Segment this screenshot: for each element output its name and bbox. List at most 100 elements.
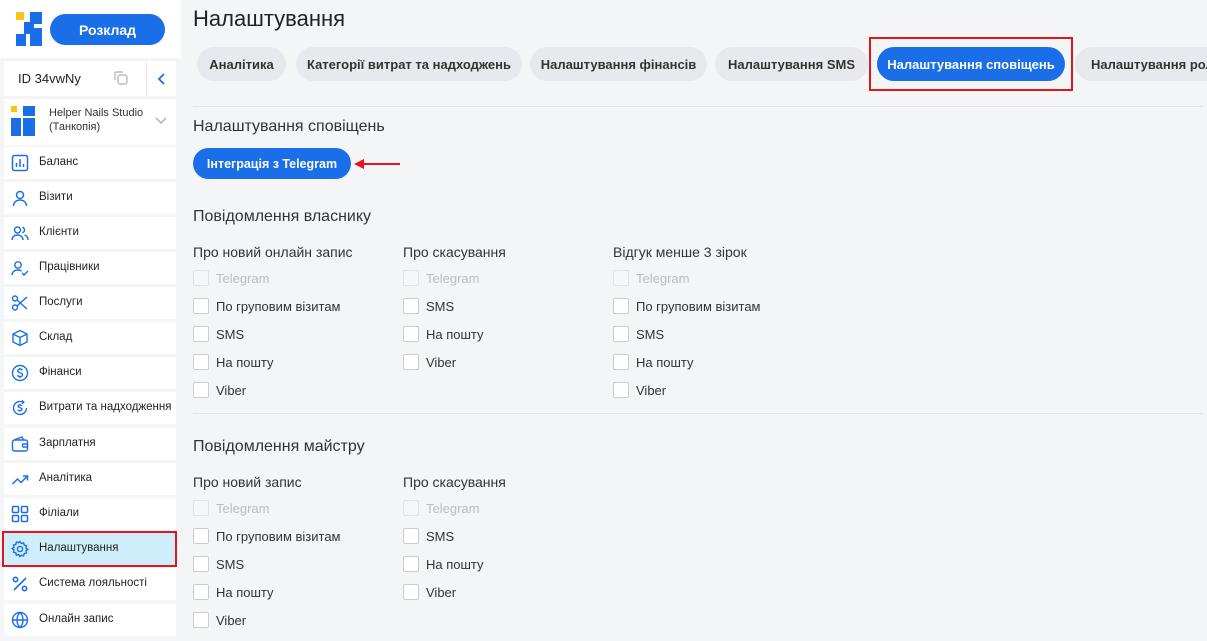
sidebar-item-label: Система лояльності <box>39 577 147 589</box>
checkbox-telegram: Telegram <box>403 498 479 518</box>
checkbox-label: Viber <box>636 382 667 398</box>
sidebar-item-label: Послуги <box>39 296 83 308</box>
checkbox[interactable] <box>613 326 629 342</box>
checkbox[interactable] <box>403 584 419 600</box>
checkbox[interactable] <box>403 528 419 544</box>
scissors-icon <box>11 295 28 311</box>
sidebar-item-loyalty[interactable]: Система лояльності <box>4 568 176 600</box>
trend-up-icon <box>11 475 29 485</box>
checkbox-label: На пошту <box>426 326 484 342</box>
tab-role-settings[interactable]: Налаштування рол <box>1075 47 1207 81</box>
checkbox-label: По груповим візитам <box>216 528 341 544</box>
dollar-icon <box>11 364 29 382</box>
checkbox-sms[interactable]: SMS <box>403 296 454 316</box>
checkbox-label: Telegram <box>426 500 480 516</box>
logo <box>16 12 42 46</box>
checkbox-label: По груповим візитам <box>216 298 341 314</box>
sidebar-item-balance[interactable]: Баланс <box>4 147 176 179</box>
checkbox[interactable] <box>193 326 209 342</box>
sidebar-item-finance[interactable]: Фінанси <box>4 357 176 389</box>
checkbox[interactable] <box>613 354 629 370</box>
checkbox-email[interactable]: На пошту <box>403 554 484 574</box>
sidebar-item-branches[interactable]: Філіали <box>4 498 176 530</box>
checkbox[interactable] <box>193 354 209 370</box>
checkbox-email[interactable]: На пошту <box>193 352 274 372</box>
checkbox[interactable] <box>193 382 209 398</box>
checkbox[interactable] <box>403 326 419 342</box>
chevron-down-icon <box>155 117 167 125</box>
checkbox-sms[interactable]: SMS <box>613 324 664 344</box>
checkbox[interactable] <box>403 354 419 370</box>
checkbox[interactable] <box>403 556 419 572</box>
checkbox <box>613 270 629 286</box>
checkbox <box>403 500 419 516</box>
tab-finance-settings[interactable]: Налаштування фінансів <box>530 47 707 81</box>
checkbox[interactable] <box>193 584 209 600</box>
checkbox[interactable] <box>403 298 419 314</box>
checkbox-group-visits[interactable]: По груповим візитам <box>193 526 341 546</box>
telegram-integration-button[interactable]: Інтеграція з Telegram <box>193 148 351 179</box>
checkbox[interactable] <box>613 382 629 398</box>
checkbox-label: Telegram <box>216 500 270 516</box>
sidebar-item-employees[interactable]: Працівники <box>4 252 176 284</box>
checkbox-telegram: Telegram <box>193 268 269 288</box>
column-title: Про скасування <box>403 244 506 260</box>
percent-icon <box>12 576 28 592</box>
checkbox-sms[interactable]: SMS <box>193 554 244 574</box>
checkbox[interactable] <box>193 528 209 544</box>
sidebar-item-warehouse[interactable]: Склад <box>4 322 176 354</box>
checkbox-label: Viber <box>426 584 457 600</box>
checkbox-email[interactable]: На пошту <box>193 582 274 602</box>
tab-expense-categories[interactable]: Категорії витрат та надходжень <box>296 47 522 81</box>
studio-logo <box>11 106 35 136</box>
checkbox[interactable] <box>193 298 209 314</box>
checkbox-label: SMS <box>216 556 245 572</box>
checkbox-viber[interactable]: Viber <box>613 380 666 400</box>
tab-highlight-frame <box>869 37 1073 91</box>
sidebar-item-visits[interactable]: Візити <box>4 182 176 214</box>
sidebar-item-salary[interactable]: Зарплатня <box>4 428 176 460</box>
owner-notifications-heading: Повідомлення власнику <box>193 208 372 225</box>
sidebar-item-expenses-income[interactable]: Витрати та надходження <box>4 392 176 424</box>
checkbox-group-visits[interactable]: По груповим візитам <box>613 296 761 316</box>
studio-selector[interactable]: Helper Nails Studio (Танкопія) <box>4 99 176 145</box>
checkbox-label: SMS <box>426 528 455 544</box>
sidebar-header: Розклад <box>0 0 181 58</box>
tab-sms-settings[interactable]: Налаштування SMS <box>715 47 868 81</box>
checkbox-label: Viber <box>426 354 457 370</box>
sidebar-item-label: Працівники <box>39 261 100 273</box>
tab-analytics[interactable]: Аналітика <box>197 47 286 81</box>
studio-name: Helper Nails Studio (Танкопія) <box>49 107 144 133</box>
sidebar-item-online-booking[interactable]: Онлайн запис <box>4 604 176 636</box>
checkbox-viber[interactable]: Viber <box>403 352 456 372</box>
checkbox-label: На пошту <box>636 354 694 370</box>
grid-icon <box>11 505 29 523</box>
checkbox[interactable] <box>193 612 209 628</box>
copy-icon[interactable] <box>112 69 130 87</box>
sidebar-item-label: Зарплатня <box>39 437 96 449</box>
checkbox[interactable] <box>193 556 209 572</box>
sidebar-item-label: Клієнти <box>39 226 79 238</box>
checkbox-group-visits[interactable]: По груповим візитам <box>193 296 341 316</box>
sidebar-item-clients[interactable]: Клієнти <box>4 217 176 249</box>
checkbox <box>403 270 419 286</box>
user-check-icon <box>11 261 29 276</box>
checkbox-sms[interactable]: SMS <box>403 526 454 546</box>
sidebar-item-analytics[interactable]: Аналітика <box>4 463 176 495</box>
divider <box>193 106 1203 107</box>
collapse-sidebar-button[interactable] <box>146 61 176 96</box>
sidebar-item-services[interactable]: Послуги <box>4 287 176 319</box>
chevron-left-icon <box>157 72 165 85</box>
bar-chart-icon <box>11 154 29 172</box>
sidebar-item-label: Фінанси <box>39 366 82 378</box>
checkbox-viber[interactable]: Viber <box>193 610 246 630</box>
checkbox[interactable] <box>613 298 629 314</box>
checkbox-viber[interactable]: Viber <box>193 380 246 400</box>
checkbox-email[interactable]: На пошту <box>403 324 484 344</box>
checkbox-label: На пошту <box>426 556 484 572</box>
checkbox-sms[interactable]: SMS <box>193 324 244 344</box>
divider <box>193 413 1203 414</box>
checkbox-email[interactable]: На пошту <box>613 352 694 372</box>
schedule-button[interactable]: Розклад <box>50 14 165 45</box>
checkbox-viber[interactable]: Viber <box>403 582 456 602</box>
